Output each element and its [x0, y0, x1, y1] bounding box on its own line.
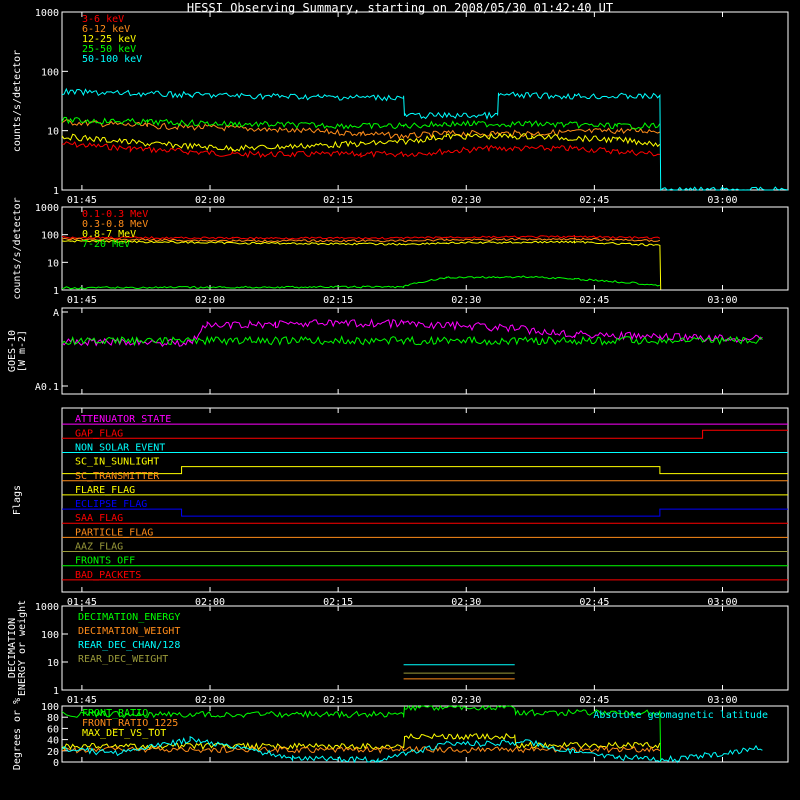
x-tick-label: 02:30 [451, 195, 481, 206]
y-tick-label: 1 [53, 286, 59, 297]
x-tick-label: 02:45 [579, 695, 609, 706]
series-line-lowE-0 [61, 141, 660, 159]
flag-label: SC_IN_SUNLIGHT [75, 457, 159, 468]
y-tick-label: 0 [53, 758, 59, 769]
y-axis-label: Degrees or % [12, 698, 23, 770]
y-tick-label: A0.1 [35, 382, 59, 393]
flag-label: SAA_FLAG [75, 513, 123, 524]
flag-label: ATTENUATOR_STATE [75, 414, 171, 425]
y-axis-label: ENERGY or weight [17, 600, 28, 696]
y-tick-label: 100 [41, 67, 59, 78]
y-tick-label: 60 [47, 724, 59, 735]
y-tick-label: 100 [41, 231, 59, 242]
flag-label: AAZ_FLAG [75, 542, 123, 553]
observing-summary: HESSI Observing Summary, starting on 200… [0, 0, 800, 800]
x-tick-label: 01:45 [67, 195, 97, 206]
legend-label: MAX_DET_VS_TOT [82, 728, 166, 739]
y-tick-label: 1000 [35, 203, 59, 214]
flag-label: NON_SOLAR_EVENT [75, 442, 165, 453]
y-tick-label: 10 [47, 127, 59, 138]
y-tick-label: 100 [41, 630, 59, 641]
flag-label: BAD_PACKETS [75, 570, 141, 581]
x-tick-label: 03:00 [707, 695, 737, 706]
x-tick-label: 03:00 [707, 295, 737, 306]
flag-line-3 [62, 466, 788, 475]
series-line-highE-2 [61, 239, 662, 290]
y-tick-label: 10 [47, 658, 59, 669]
series-line-highE-3 [61, 275, 661, 290]
x-tick-label: 02:30 [451, 295, 481, 306]
legend-label: DECIMATION_ENERGY [78, 612, 180, 623]
flag-label: FRONTS_OFF [75, 556, 135, 567]
y-tick-label: 1000 [35, 8, 59, 19]
legend-label: REAR_DEC_WEIGHT [78, 654, 168, 665]
y-tick-label: 1 [53, 186, 59, 197]
y-axis-label: counts/s/detector [12, 50, 23, 152]
x-tick-label: 01:45 [67, 295, 97, 306]
panel-frame-lowE [61, 11, 789, 191]
y-axis-label: [W m-2] [17, 330, 28, 372]
flag-label: ECLIPSE_FLAG [75, 499, 147, 510]
flag-line-6 [62, 508, 788, 517]
flag-line-1 [62, 429, 788, 439]
y-tick-label: 40 [47, 736, 59, 747]
x-tick-label: 02:15 [323, 695, 353, 706]
y-tick-label: 80 [47, 713, 59, 724]
flag-label: GAP_FLAG [75, 428, 123, 439]
legend-label: 50-100 keV [82, 54, 142, 65]
x-tick-label: 02:00 [195, 695, 225, 706]
x-tick-label: 02:45 [579, 295, 609, 306]
x-tick-label: 03:00 [707, 195, 737, 206]
y-axis-label: counts/s/detector [12, 197, 23, 299]
x-tick-label: 02:00 [195, 195, 225, 206]
panel-frame-flags [61, 407, 789, 593]
y-axis-label: Flags [12, 485, 23, 515]
x-tick-label: 02:00 [195, 295, 225, 306]
series-line-lowE-4 [61, 87, 789, 191]
series-line-goes-0 [61, 318, 763, 348]
panel-frame-highE [61, 206, 789, 291]
flag-label: PARTICLE_FLAG [75, 527, 153, 538]
series-line-lowE-3 [61, 116, 661, 130]
y-tick-label: A [53, 308, 59, 319]
x-tick-label: 02:45 [579, 195, 609, 206]
x-tick-label: 02:15 [323, 195, 353, 206]
flag-label: SC_TRANSMITTER [75, 471, 160, 482]
legend-label: Absolute geomagnetic latitude [593, 710, 768, 721]
x-tick-label: 01:45 [67, 695, 97, 706]
y-tick-label: 1000 [35, 602, 59, 613]
legend-label: 7-20 MeV [82, 239, 130, 250]
legend-label: DECIMATION_WEIGHT [78, 626, 180, 637]
summary-plot: 01:4502:0002:1502:3002:4503:0003:15count… [7, 8, 789, 770]
flag-label: FLARE_FLAG [75, 485, 135, 496]
y-tick-label: 20 [47, 747, 59, 758]
x-tick-label: 02:15 [323, 295, 353, 306]
panel-frame-goes [61, 307, 789, 395]
legend-label: REAR_DEC_CHAN/128 [78, 640, 180, 651]
y-tick-label: 1 [53, 686, 59, 697]
y-tick-label: 10 [47, 258, 59, 269]
y-tick-label: 100 [41, 702, 59, 713]
x-tick-label: 02:30 [451, 695, 481, 706]
series-line-lowE-2 [61, 132, 661, 152]
